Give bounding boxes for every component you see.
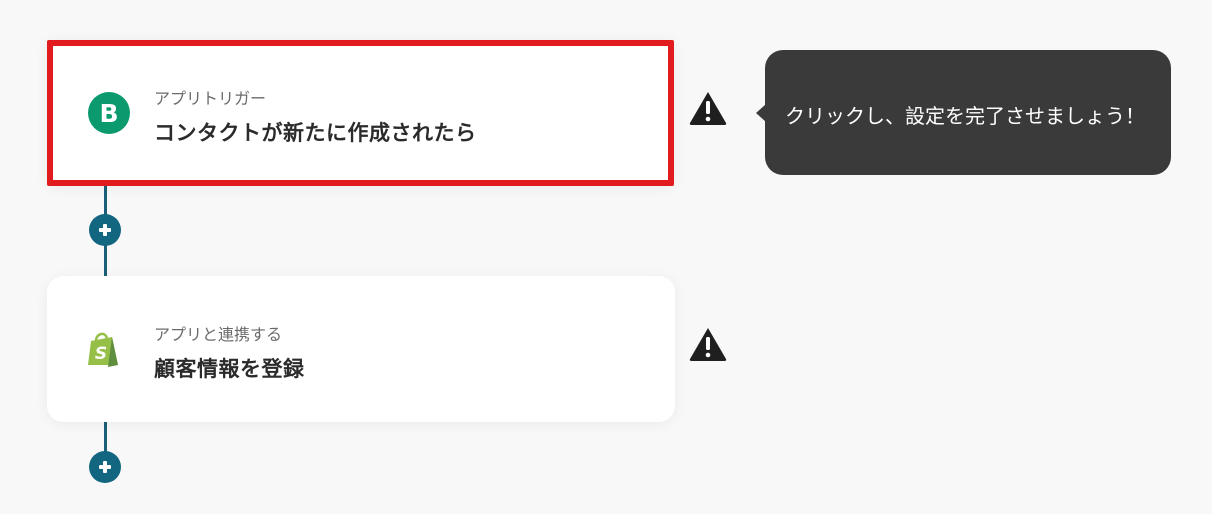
step-type-label: アプリトリガー (154, 89, 267, 108)
tooltip-text: クリックし、設定を完了させましょう！ (785, 104, 1145, 128)
step-title: コンタクトが新たに作成されたら (154, 121, 477, 145)
svg-text:S: S (95, 344, 107, 364)
setup-hint-tooltip: クリックし、設定を完了させましょう！ (756, 50, 1171, 175)
step-type-label: アプリと連携する (154, 325, 283, 344)
trigger-step-card[interactable]: B アプリトリガー コンタクトが新たに作成されたら (47, 40, 674, 186)
brevo-logo-icon: B (88, 92, 130, 134)
warning-triangle-icon[interactable] (688, 326, 728, 362)
warning-triangle-icon[interactable] (688, 90, 728, 126)
flow-connector-line (104, 422, 107, 454)
shopify-logo-icon: S (88, 332, 118, 367)
add-step-button[interactable] (89, 214, 121, 246)
svg-text:B: B (99, 99, 118, 128)
step-title: 顧客情報を登録 (154, 357, 305, 381)
add-step-button[interactable] (89, 451, 121, 483)
action-step-card[interactable]: S アプリと連携する 顧客情報を登録 (47, 276, 675, 422)
